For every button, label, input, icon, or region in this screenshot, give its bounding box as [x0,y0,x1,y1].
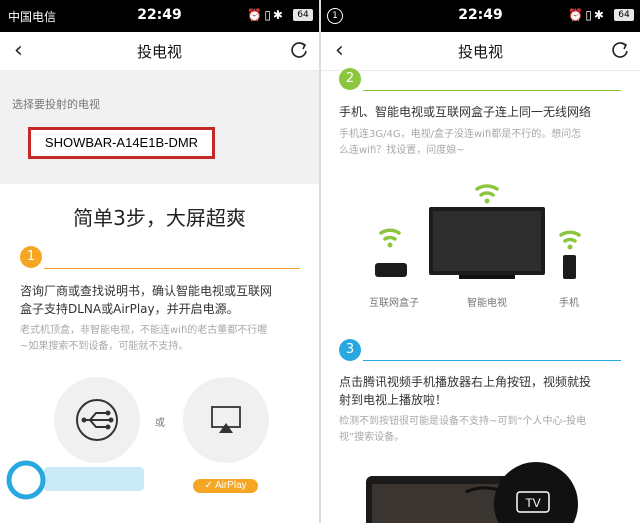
headline: 简单3步，大屏超爽 [73,206,246,230]
step-2-text-1: 手机、智能电视或互联网盒子连上同一无线网络 [339,105,592,119]
status-bar: 中国电信 22:49 ⏰▯✱ 64 [0,0,319,32]
step-1-note-2: ~如果搜索不到设备，可能就不支持。 [20,341,189,352]
phone-icon [563,255,576,279]
step-3-divider [363,360,621,361]
device-label-phone: 手机 [559,298,579,309]
device-label-box: 互联网盒子 [369,298,419,309]
step-1-text-2: 盒子支持DLNA或AirPlay，并开启电源。 [20,302,239,316]
device-label-tv: 智能电视 [467,298,507,309]
dlna-circle [54,377,140,463]
refresh-icon[interactable] [289,40,309,60]
battery-icon: 64 [614,9,634,21]
step-3-note-1: 检测不到按钮很可能是设备不支持~可到“个人中心-投电 [339,416,587,427]
status-icons: ⏰▯✱ [568,8,606,22]
step-2-divider [363,90,621,91]
or-label: 或 [155,418,165,429]
watermark-logo [6,460,144,500]
step-3-text-2: 射到电视上播放啦！ [339,393,448,407]
status-icons: ⏰▯✱ [247,8,285,22]
dlna-icon [76,399,118,441]
nav-bar: ‹ 投电视 [321,32,640,71]
devices-illustration [375,184,581,279]
step-3-badge: 3 [339,339,361,361]
step-1-badge: 1 [20,246,42,268]
step-1-note-1: 老式机顶盒，非智能电视，不能连wifi的老古董都不行喔 [20,325,268,336]
step-1-text-1: 咨询厂商或查找说明书，确认智能电视或互联网 [20,284,273,298]
page-title: 投电视 [136,43,182,61]
refresh-icon[interactable] [610,40,630,60]
player-screenshot: TV [366,462,578,523]
step-2-note-2: 么连wifi？找设置，问度娘~ [339,145,465,156]
tv-badge-label: TV [525,496,540,510]
battery-icon: 64 [293,9,313,21]
step-3-text-1: 点击腾讯视频手机播放器右上角按钮，视频就投 [339,375,592,389]
airplay-circle [183,377,269,463]
nav-bar: ‹ 投电视 [0,32,319,71]
step-1-divider [44,268,300,269]
left-screen: 中国电信 22:49 ⏰▯✱ 64 ‹ 投电视 选择要投射的电视 SHOWBAR… [0,0,319,523]
device-item-showbar[interactable]: SHOWBAR-A14E1B-DMR [28,127,215,159]
select-device-label: 选择要投射的电视 [12,98,100,111]
step-2-note-1: 手机连3G/4G，电视/盒子没连wifi都是不行的。想问怎 [339,129,582,140]
step-2-badge: 2 [339,68,361,90]
tv-box-icon [375,263,407,277]
step-3-note-2: 视”搜索设备。 [339,432,405,443]
status-bar: 1 22:49 ⏰▯✱ 64 [321,0,640,32]
airplay-badge: ✓ AirPlay [193,479,258,493]
airplay-icon [211,406,241,433]
right-screen: 1 22:49 ⏰▯✱ 64 ‹ 投电视 2 手机、智能电视或互联网盒子连上同一… [321,0,640,523]
page-title: 投电视 [457,43,503,61]
